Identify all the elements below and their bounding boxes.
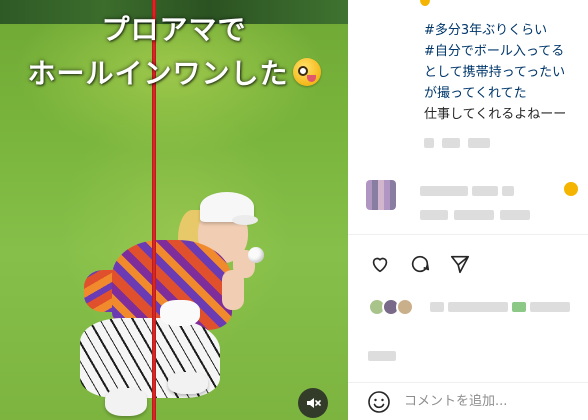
likes-text-blurred [430, 302, 570, 312]
comment-input[interactable] [404, 389, 564, 414]
liked-by[interactable] [368, 296, 588, 324]
golf-glove [160, 300, 200, 326]
blurred-text [530, 302, 570, 312]
comment-meta-blurred [420, 210, 530, 220]
caption-meta-blurred [424, 138, 490, 148]
like-button[interactable] [368, 252, 392, 276]
post-actions [368, 252, 472, 276]
caption-line: として携帯持ってったい [424, 65, 566, 80]
commenter-avatar[interactable] [366, 180, 396, 210]
video-caption-line2: ホールインワンした [0, 52, 348, 92]
speaker-muted-icon [307, 398, 321, 408]
blurred-text [368, 351, 396, 361]
blurred-text [420, 186, 468, 196]
blurred-text [502, 186, 514, 196]
paper-plane-icon [450, 255, 470, 274]
heart-icon [372, 257, 388, 273]
caption-line: #自分でボール入ってる [424, 41, 588, 62]
blurred-text [472, 186, 498, 196]
post-sidebar: #多分3年ぶりくらい #自分でボール入ってる として携帯持ってったい が撮ってく… [348, 0, 588, 420]
post-video[interactable]: プロアマで ホールインワンした [0, 0, 348, 420]
golfer-shoe-left [105, 388, 147, 416]
video-caption-line1-text: プロアマで [101, 13, 247, 46]
blurred-text [442, 138, 460, 148]
blurred-text [512, 302, 526, 312]
comment-button[interactable] [408, 252, 432, 276]
mute-button[interactable] [298, 388, 328, 418]
video-caption-line1: プロアマで [0, 8, 348, 48]
blurred-text [468, 138, 490, 148]
add-comment-bar [348, 382, 588, 420]
comment-bubble-icon [411, 255, 430, 273]
liker-avatars [368, 298, 414, 316]
emoji-icon [564, 182, 578, 196]
emoji-picker-button[interactable] [366, 389, 392, 415]
caption-emoji-icon [420, 0, 430, 6]
caption-line: が撮ってくれてた [424, 86, 527, 101]
comment-text-blurred [420, 186, 514, 196]
video-caption-line2-text: ホールインワンした [27, 57, 289, 90]
blurred-text [500, 210, 530, 220]
golf-ball [248, 247, 264, 263]
smiley-icon [368, 390, 390, 413]
caption-hashtag-line[interactable]: #多分3年ぶりくらい [424, 20, 588, 41]
post-caption: #多分3年ぶりくらい #自分でボール入ってる として携帯持ってったい が撮ってく… [424, 20, 588, 125]
blurred-text [430, 302, 444, 312]
divider [348, 234, 588, 235]
zany-face-emoji-icon [292, 58, 321, 86]
comment-item [366, 178, 588, 228]
caption-line: 仕事してくれるよねーー [424, 107, 567, 122]
post-date-blurred [368, 346, 396, 365]
golfer-cap-brim [232, 215, 258, 225]
blurred-text [420, 210, 448, 220]
blurred-text [454, 210, 494, 220]
liker-avatar [396, 298, 414, 316]
blurred-text [448, 302, 508, 312]
caption-hashtag[interactable]: #自分でボール入ってる [424, 44, 564, 59]
share-button[interactable] [448, 252, 472, 276]
golfer-shoe-right [168, 372, 208, 394]
blurred-text [424, 138, 434, 148]
